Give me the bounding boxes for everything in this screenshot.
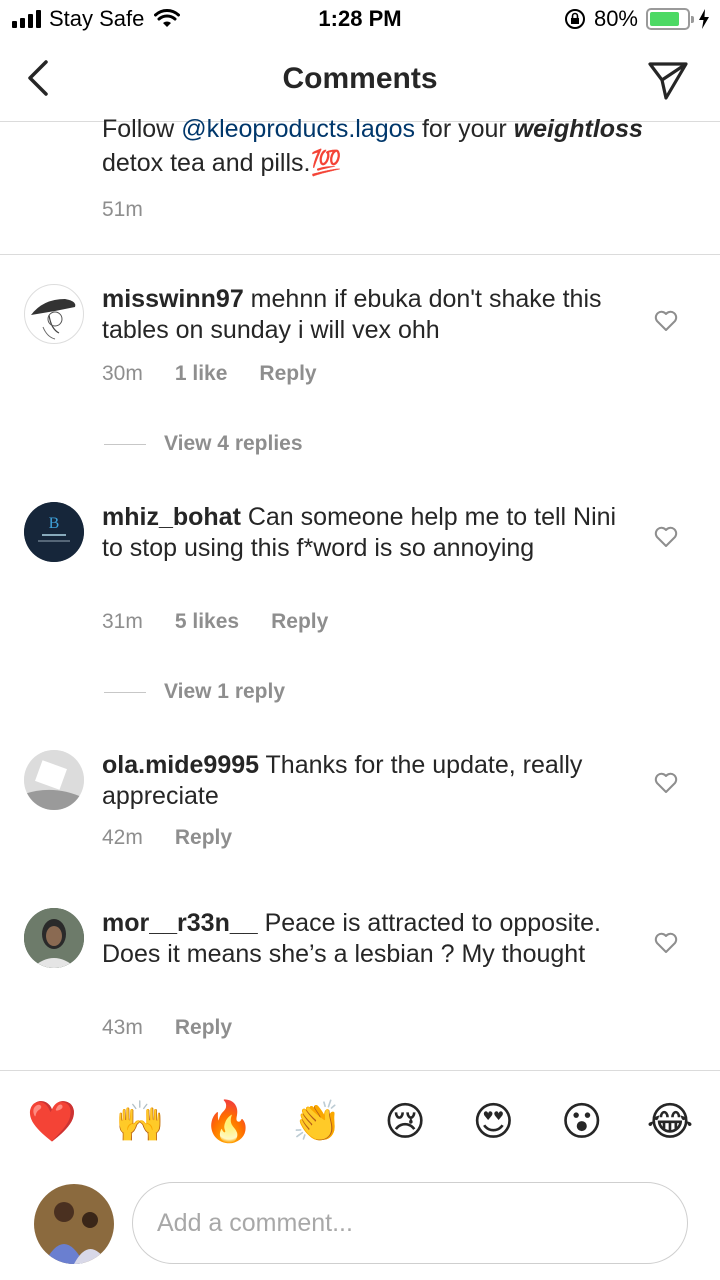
comment-meta: 30m 1 like Reply <box>102 362 317 386</box>
comment-time: 31m <box>102 610 143 633</box>
view-replies-label: View 4 replies <box>164 432 303 455</box>
like-heart-icon[interactable] <box>654 932 678 954</box>
comment-username[interactable]: misswinn97 <box>102 285 244 313</box>
caption-mention-link[interactable]: @kleoproducts.lagos <box>181 115 415 143</box>
reply-button[interactable]: Reply <box>175 1016 232 1040</box>
comment-input[interactable] <box>132 1182 688 1264</box>
heart-emoji-button[interactable]: ❤️ <box>26 1096 78 1148</box>
avatar[interactable] <box>24 750 84 810</box>
comment-likes[interactable]: 1 like <box>175 362 228 386</box>
clapping-emoji-button[interactable]: 👏 <box>291 1096 343 1148</box>
caption-prefix: Follow <box>102 115 182 143</box>
raising-hands-emoji-button[interactable]: 🙌 <box>114 1096 166 1148</box>
battery-icon <box>646 8 694 30</box>
photo-avatar-icon <box>24 908 84 968</box>
battery-level <box>650 12 679 26</box>
rotation-lock-icon <box>564 9 585 29</box>
like-heart-icon[interactable] <box>654 526 678 548</box>
comment-text: ola.mide9995 Thanks for the update, real… <box>102 750 632 812</box>
svg-text:B: B <box>49 515 60 532</box>
comment-username[interactable]: mor__r33n__ <box>102 909 258 937</box>
caption-suffix: detox tea and pills. <box>102 149 311 177</box>
sketch-avatar-icon <box>31 299 76 340</box>
avatar[interactable] <box>24 908 84 968</box>
photo-avatar-icon <box>34 1184 114 1264</box>
status-right: 80% <box>564 6 710 32</box>
share-button[interactable] <box>646 58 690 102</box>
comment-text: mor__r33n__ Peace is attracted to opposi… <box>102 908 632 970</box>
like-heart-icon[interactable] <box>654 772 678 794</box>
photo-avatar-icon <box>24 750 84 810</box>
comment-meta: 43m Reply <box>102 1016 232 1040</box>
divider <box>0 1070 720 1071</box>
surprised-emoji-button[interactable]: 😮 <box>556 1096 608 1148</box>
comment-meta: 42m Reply <box>102 826 232 850</box>
replies-line <box>104 691 146 693</box>
reply-button[interactable]: Reply <box>175 826 232 850</box>
view-replies-label: View 1 reply <box>164 680 286 703</box>
caption-emphasis: weightloss <box>513 115 643 143</box>
crying-emoji-button[interactable]: 😢 <box>379 1096 431 1148</box>
emoji-quick-bar: ❤️ 🙌 🔥 👏 😢 😍 😮 😂 <box>26 1096 696 1148</box>
reply-button[interactable]: Reply <box>271 610 328 634</box>
comment-meta: 31m 5 likes Reply <box>102 610 328 634</box>
comment-time: 42m <box>102 826 143 849</box>
avatar[interactable]: B <box>24 502 84 562</box>
heart-eyes-emoji-button[interactable]: 😍 <box>467 1096 519 1148</box>
comment-text: mhiz_bohat Can someone help me to tell N… <box>102 502 632 564</box>
battery-percent: 80% <box>593 6 638 31</box>
page-title: Comments <box>282 62 438 95</box>
bohat-logo-icon: B <box>24 502 84 562</box>
comment-username[interactable]: mhiz_bohat <box>102 503 241 531</box>
replies-line <box>104 443 146 445</box>
comment-likes[interactable]: 5 likes <box>175 610 239 634</box>
nav-bar: Comments <box>0 40 720 122</box>
comment-text: misswinn97 mehnn if ebuka don't shake th… <box>102 284 632 346</box>
comment-username[interactable]: ola.mide9995 <box>102 751 259 779</box>
avatar[interactable] <box>24 284 84 344</box>
caption-timestamp: 51m <box>102 198 143 221</box>
status-bar: Stay Safe 1:28 PM 80% <box>0 0 720 40</box>
charging-bolt-icon <box>699 9 709 29</box>
laughing-emoji-button[interactable]: 😂 <box>644 1096 696 1148</box>
like-heart-icon[interactable] <box>654 310 678 332</box>
hundred-emoji: 💯 <box>310 149 342 177</box>
comment-time: 43m <box>102 1016 143 1039</box>
reply-button[interactable]: Reply <box>259 362 316 386</box>
current-user-avatar <box>34 1184 114 1264</box>
comment-time: 30m <box>102 362 143 385</box>
view-replies-button[interactable]: View 4 replies <box>104 432 303 456</box>
divider <box>0 254 720 255</box>
fire-emoji-button[interactable]: 🔥 <box>203 1096 255 1148</box>
caption-middle: for your <box>415 115 514 143</box>
view-replies-button[interactable]: View 1 reply <box>104 680 285 704</box>
caption-text: Follow @kleoproducts.lagos for your weig… <box>102 112 692 180</box>
